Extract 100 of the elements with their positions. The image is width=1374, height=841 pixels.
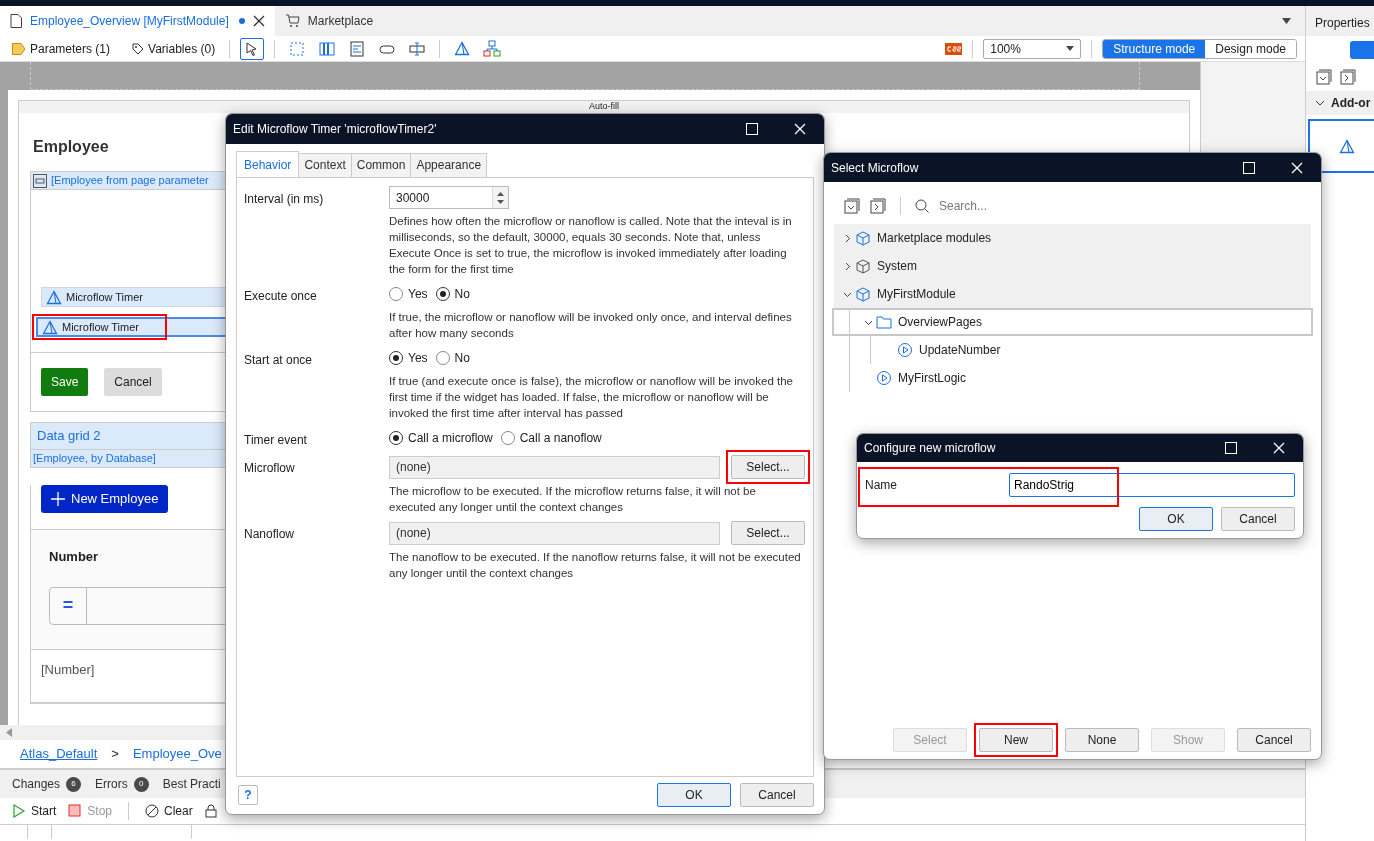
dialog-tab[interactable]: Behavior <box>236 151 300 177</box>
dialog-title: Select Microflow <box>831 159 919 177</box>
radio-label: Call a microflow <box>408 430 493 447</box>
readonly-field: (none) <box>389 455 720 479</box>
table-cell: [Number] <box>41 661 95 677</box>
triangle-icon <box>1339 138 1355 154</box>
ok-button[interactable]: OK <box>657 783 731 807</box>
cancel-button[interactable]: Cancel <box>104 368 162 396</box>
cancel-button[interactable]: Cancel <box>1221 507 1295 531</box>
readonly-field: (none) <box>389 521 720 545</box>
dialog-button[interactable]: New <box>979 728 1053 752</box>
breadcrumb-link[interactable]: Atlas_Default <box>20 744 98 764</box>
maximize-icon[interactable] <box>1243 161 1255 174</box>
radio-label: Call a nanoflow <box>519 430 602 447</box>
filter-type-button[interactable]: = <box>50 587 87 624</box>
clear-icon <box>145 804 160 818</box>
radio-label: No <box>454 350 470 367</box>
collapse-all-icon[interactable] <box>844 198 860 214</box>
dialog-tab[interactable]: Context <box>298 153 352 177</box>
section-header[interactable]: Add-or <box>1306 91 1374 115</box>
triangle-icon <box>42 319 58 335</box>
module-icon <box>855 286 871 302</box>
input-icon[interactable] <box>408 39 427 58</box>
module-icon <box>855 230 871 246</box>
triangle-icon <box>46 289 62 305</box>
folder-icon <box>876 314 892 330</box>
name-field[interactable]: RandoStrig <box>1009 473 1295 497</box>
help-text: The nanoflow to be executed. If the nanoflow returns false, it will not be executed any longer until the context changes <box>389 550 802 581</box>
radio-label: Yes <box>408 286 428 303</box>
panel-tab[interactable]: Errors 0 <box>95 775 149 793</box>
chevron-icon <box>1315 100 1325 106</box>
breadcrumb-separator: > <box>111 745 119 764</box>
lock-icon[interactable] <box>204 804 217 818</box>
ok-button[interactable]: OK <box>1139 507 1213 531</box>
chevron-right-icon[interactable] <box>843 261 852 271</box>
new-employee-button[interactable]: New Employee <box>41 485 169 513</box>
css-icon[interactable] <box>945 42 963 55</box>
microflow-icon <box>897 342 913 358</box>
field-label: Nanoflow <box>244 526 296 543</box>
radio-label: No <box>454 286 470 303</box>
columns-icon[interactable] <box>318 39 337 58</box>
radio-label: Yes <box>408 350 428 367</box>
cancel-button[interactable]: Cancel <box>740 783 814 807</box>
select-button[interactable]: Select... <box>731 521 805 545</box>
mode-toggle[interactable]: Structure mode <box>1103 39 1206 58</box>
document-icon <box>10 14 22 28</box>
dialog-button[interactable]: None <box>1065 728 1139 752</box>
tree-item[interactable]: MyFirstModule <box>834 280 1311 308</box>
select-button[interactable]: Select... <box>731 455 805 479</box>
panel-title: Properties <box>1306 6 1374 36</box>
dialog-tab[interactable]: Common <box>350 153 412 177</box>
tree-item[interactable]: UpdateNumber <box>834 336 1311 364</box>
tree-item[interactable]: MyFirstLogic <box>834 364 1311 392</box>
zoom-dropdown[interactable]: 100% <box>983 38 1082 59</box>
tree-item[interactable]: OverviewPages <box>832 308 1313 336</box>
editor-tab[interactable]: Marketplace <box>274 6 384 36</box>
microflow-icon <box>876 370 892 386</box>
hierarchy-icon[interactable] <box>483 39 502 58</box>
dialog-button[interactable]: Cancel <box>1237 728 1311 752</box>
save-button[interactable]: Save <box>41 368 89 396</box>
dialog-tab[interactable]: Appearance <box>410 153 488 177</box>
caret-icon <box>1066 46 1075 51</box>
help-text: If true, the microflow or nanoflow will be invoked only once, and interval defines after how many seconds <box>389 310 793 341</box>
chevron-right-icon[interactable] <box>843 233 852 243</box>
form-icon[interactable] <box>348 39 367 58</box>
tag-icon <box>132 42 145 55</box>
panel-tab[interactable]: Changes 6 <box>12 775 82 793</box>
play-icon <box>12 804 26 818</box>
breadcrumb-link[interactable]: Employee_Ove <box>132 744 222 764</box>
tree-item[interactable]: Marketplace modules <box>834 224 1311 252</box>
collapse-all-icon[interactable] <box>1316 69 1332 85</box>
editor-tab[interactable]: Employee_Overview [MyFirstModule] <box>0 6 275 36</box>
help-text: The microflow to be executed. If the microflow returns false, it will not be executed any longer until the context changes <box>389 484 757 515</box>
dropdown-caret-icon[interactable] <box>1282 18 1291 24</box>
column-header: Number <box>49 548 99 566</box>
parameters-button[interactable]: Parameters (1) <box>8 37 115 60</box>
variables-button[interactable]: Variables (0) <box>128 37 220 60</box>
field-label: Timer event <box>244 432 308 449</box>
panel-tab[interactable]: Best Practi <box>162 775 221 793</box>
maximize-icon[interactable] <box>1225 442 1237 454</box>
data-source-label: [Employee from page parameter <box>51 173 209 189</box>
triangle-icon[interactable] <box>453 39 472 58</box>
clear-button[interactable]: Clear <box>145 802 193 820</box>
tree-item[interactable]: System <box>834 252 1311 280</box>
search-icon <box>915 199 929 213</box>
field-label: Name <box>865 477 898 494</box>
help-button[interactable]: ? <box>238 785 258 805</box>
expand-all-icon[interactable] <box>1340 69 1356 85</box>
dialog-title: Configure new microflow <box>864 440 996 457</box>
play-button[interactable]: Start <box>12 802 57 820</box>
field-label: Start at once <box>244 352 314 369</box>
cart-icon <box>284 14 300 28</box>
maximize-icon[interactable] <box>746 123 758 135</box>
expand-all-icon[interactable] <box>870 198 886 214</box>
spinner-icon[interactable] <box>497 191 504 204</box>
number-field[interactable]: 30000 <box>389 186 509 209</box>
close-icon[interactable] <box>252 15 265 27</box>
dialog-title: Edit Microflow Timer 'microflowTimer2' <box>233 121 437 138</box>
auto-fill-label: Auto-fill <box>19 101 1189 113</box>
page-heading: Employee <box>33 137 110 157</box>
